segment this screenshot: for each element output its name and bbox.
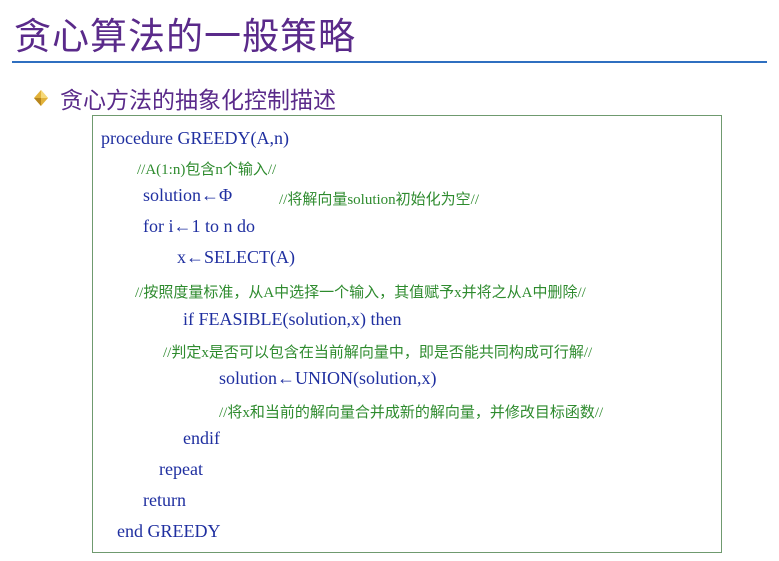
title-divider [12,61,767,63]
code-comment-feasible: //判定x是否可以包含在当前解向量中，即是否能共同构成可行解// [163,345,593,361]
code-comment-select: //按照度量标准，从A中选择一个输入，其值赋予x并将之从A中删除// [135,285,586,301]
code-line-return: return [143,490,186,510]
code-line-select: x←SELECT(A) [177,247,295,267]
code-comment-union: //将x和当前的解向量合并成新的解向量，并修改目标函数// [219,405,604,421]
code-line-init: solution←Φ [143,185,233,205]
code-comment-init: //将解向量solution初始化为空// [279,192,480,208]
code-line-union: solution←UNION(solution,x) [219,368,437,388]
slide-title: 贪心算法的一般策略 [14,15,356,58]
subtitle-row: 贪心方法的抽象化控制描述 [32,82,336,114]
code-line-endif: endif [183,428,220,448]
diamond-bullet-icon [32,89,50,107]
code-comment-input: //A(1:n)包含n个输入// [137,162,277,178]
pseudocode-box: procedure GREEDY(A,n) //A(1:n)包含n个输入// s… [92,115,722,553]
subtitle: 贪心方法的抽象化控制描述 [60,88,336,114]
code-line-if: if FEASIBLE(solution,x) then [183,309,402,329]
code-line-procedure: procedure GREEDY(A,n) [101,128,289,148]
code-line-end: end GREEDY [117,521,221,541]
code-line-repeat: repeat [159,459,203,479]
code-line-for: for i←1 to n do [143,216,255,236]
